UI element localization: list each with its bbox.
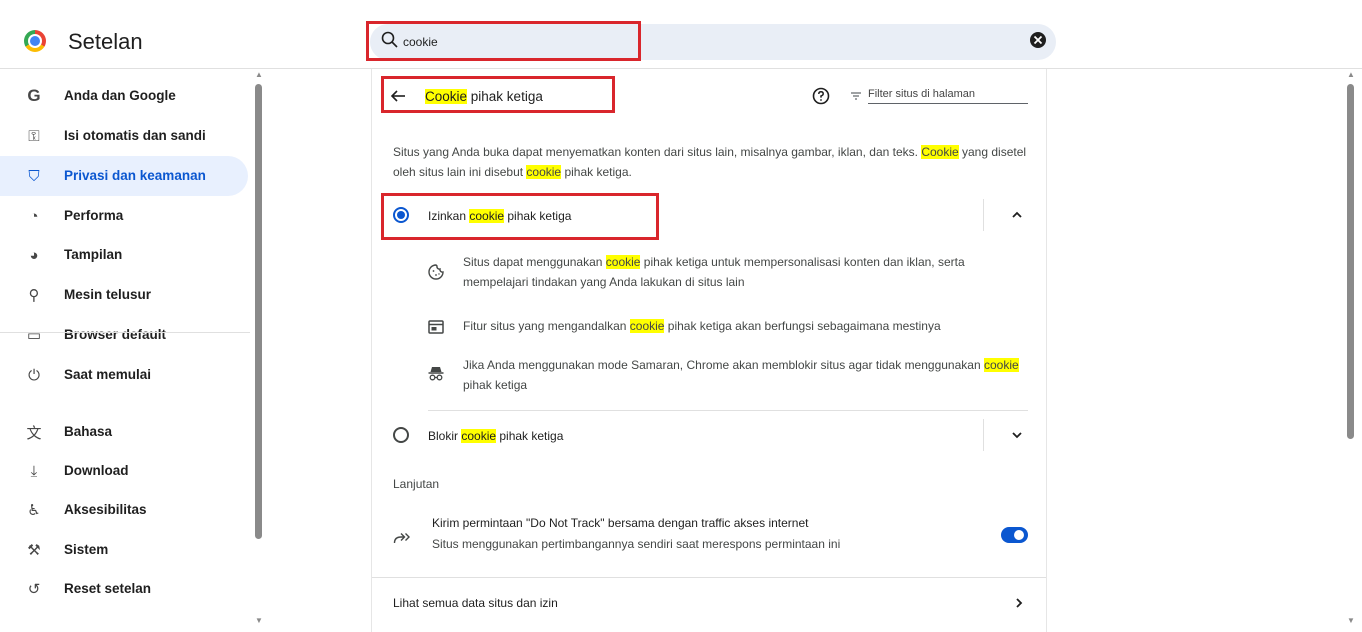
sidebar-item-label: Anda dan Google [64, 88, 176, 103]
allow-detail-personalize: Situs dapat menggunakan cookie pihak ket… [463, 252, 1028, 292]
sidebar-item-label: Mesin telusur [64, 287, 152, 302]
sidebar-item-reset-setelan[interactable]: ↺ Reset setelan [0, 569, 248, 609]
incognito-icon [428, 367, 444, 381]
site-data-link[interactable]: Lihat semua data situs dan izin [393, 596, 558, 610]
chevron-up-icon[interactable] [1010, 208, 1024, 222]
allow-detail-site-features: Fitur situs yang mengandalkan cookie pih… [463, 316, 1028, 336]
block-label-highlight: cookie [461, 429, 497, 443]
allow-row-separator [983, 199, 984, 231]
annotation-search-highlight [366, 21, 641, 61]
sidebar: G Anda dan Google ⚿ Isi otomatis dan sandi ⛉… [0, 69, 262, 632]
sidebar-scrollbar[interactable] [255, 84, 262, 539]
detail-3-highlight: cookie [983, 358, 1019, 372]
sidebar-item-browser-default[interactable]: ▭ Browser default [0, 315, 248, 355]
translate-icon: 文 [26, 424, 42, 442]
detail-2-post: pihak ketiga akan berfungsi sebagaimana … [664, 319, 941, 333]
block-option-label[interactable]: Blokir cookie pihak ketiga [428, 429, 563, 443]
chevron-right-icon[interactable] [1012, 596, 1026, 610]
sidebar-item-bahasa[interactable]: 文 Bahasa [0, 412, 248, 452]
do-not-track-toggle[interactable] [1001, 527, 1028, 543]
sidebar-item-label: Isi otomatis dan sandi [64, 128, 206, 143]
app-title: Setelan [68, 29, 143, 54]
sidebar-item-tampilan[interactable]: ◕ Tampilan [0, 235, 248, 275]
wrench-icon: ⚒ [27, 542, 41, 559]
sidebar-item-performa[interactable]: ◔ Performa [0, 196, 248, 236]
sidebar-item-isi-otomatis-dan-sandi[interactable]: ⚿ Isi otomatis dan sandi [0, 116, 248, 156]
accessibility-icon: ♿ [27, 502, 41, 519]
reset-icon: ↺ [27, 581, 41, 598]
sidebar-divider [0, 332, 250, 333]
do-not-track-title: Kirim permintaan "Do Not Track" bersama … [432, 516, 809, 530]
site-data-divider [372, 577, 1046, 578]
filter-sites-input[interactable] [868, 84, 1028, 104]
sidebar-item-label: Performa [64, 208, 124, 223]
help-icon[interactable] [812, 87, 830, 105]
block-label-post: pihak ketiga [496, 429, 564, 443]
sidebar-scroll-down-icon[interactable]: ▼ [255, 616, 263, 625]
detail-1-pre: Situs dapat menggunakan [463, 255, 606, 269]
sidebar-item-label: Saat memulai [64, 367, 152, 382]
sidebar-item-label: Download [64, 463, 129, 478]
block-row-separator [983, 419, 984, 451]
palette-icon: ◕ [29, 246, 39, 264]
settings-header: Setelan cookie [0, 0, 1362, 68]
annotation-title-highlight [381, 76, 615, 113]
description-text-1: Situs yang Anda buka dapat menyematkan k… [393, 145, 922, 159]
chevron-down-icon[interactable] [1010, 428, 1024, 442]
main-scrollbar[interactable] [1347, 84, 1354, 439]
option-divider [428, 410, 1028, 411]
sidebar-item-saat-memulai[interactable]: ⏻ Saat memulai [0, 355, 248, 395]
detail-2-pre: Fitur situs yang mengandalkan [463, 319, 630, 333]
block-third-party-cookies-radio[interactable] [393, 427, 409, 443]
annotation-allow-highlight [381, 193, 659, 240]
block-label-pre: Blokir [428, 429, 462, 443]
sidebar-item-label: Aksesibilitas [64, 502, 147, 517]
sidebar-item-label: Reset setelan [64, 581, 152, 596]
sidebar-item-mesin-telusur[interactable]: ⚲ Mesin telusur [0, 275, 248, 315]
sidebar-scroll-up-icon[interactable]: ▲ [255, 70, 263, 79]
description-text-3: pihak ketiga. [561, 165, 632, 179]
clear-search-icon[interactable] [1029, 31, 1047, 49]
speedometer-icon: ◔ [29, 207, 39, 225]
google-g-icon: G [27, 86, 41, 105]
shield-icon: ⛉ [28, 167, 40, 185]
allow-detail-incognito: Jika Anda menggunakan mode Samaran, Chro… [463, 355, 1028, 395]
detail-1-highlight: cookie [605, 255, 641, 269]
sidebar-item-label: Browser default [64, 327, 167, 342]
power-icon: ⏻ [28, 366, 40, 384]
filter-icon [851, 92, 861, 100]
download-icon: ⤓ [30, 462, 38, 480]
advanced-section-label: Lanjutan [393, 477, 440, 491]
sidebar-item-aksesibilitas[interactable]: ♿ Aksesibilitas [0, 490, 248, 530]
description-highlight-2: cookie [526, 165, 562, 179]
do-not-track-icon [393, 533, 410, 544]
sidebar-item-label: Bahasa [64, 424, 113, 439]
detail-3-pre: Jika Anda menggunakan mode Samaran, Chro… [463, 358, 984, 372]
sidebar-item-privasi-dan-keamanan[interactable]: ⛉ Privasi dan keamanan [0, 156, 248, 196]
sidebar-item-sistem[interactable]: ⚒ Sistem [0, 530, 248, 570]
web-page-icon [428, 320, 444, 334]
detail-3-post: pihak ketiga [463, 378, 528, 392]
chrome-logo-icon [24, 30, 46, 52]
description-highlight-1: Cookie [921, 145, 959, 159]
detail-2-highlight: cookie [629, 319, 665, 333]
sidebar-item-label: Sistem [64, 542, 109, 557]
main-scroll-down-icon[interactable]: ▼ [1347, 616, 1355, 625]
main-scroll-up-icon[interactable]: ▲ [1347, 70, 1355, 79]
sidebar-item-download[interactable]: ⤓ Download [0, 451, 248, 491]
browser-window-icon: ▭ [26, 327, 42, 344]
sidebar-item-anda-dan-google[interactable]: G Anda dan Google [0, 76, 248, 116]
cookie-icon [428, 264, 444, 280]
sidebar-item-label: Tampilan [64, 247, 123, 262]
key-icon: ⚿ [28, 127, 40, 145]
do-not-track-subtitle: Situs menggunakan pertimbangannya sendir… [432, 537, 841, 551]
sidebar-item-label: Privasi dan keamanan [64, 168, 206, 183]
search-icon: ⚲ [28, 287, 40, 304]
section-description: Situs yang Anda buka dapat menyematkan k… [393, 142, 1029, 182]
